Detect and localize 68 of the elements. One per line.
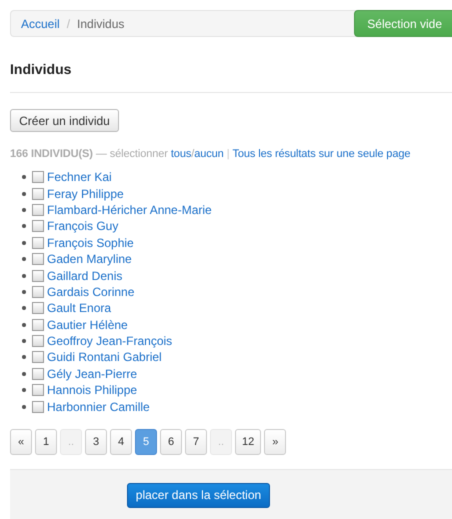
- select-prompt: — sélectionner: [96, 148, 168, 160]
- page-heading: Individus: [10, 61, 72, 79]
- individual-link[interactable]: Gély Jean-Pierre: [47, 366, 138, 381]
- bullet-icon: [22, 372, 26, 376]
- add-to-selection-button[interactable]: placer dans la sélection: [127, 482, 270, 508]
- checkbox[interactable]: [32, 270, 44, 282]
- individual-link[interactable]: François Guy: [47, 219, 118, 234]
- checkbox[interactable]: [32, 188, 44, 200]
- page-button[interactable]: 5: [135, 428, 157, 455]
- bullet-icon: [22, 306, 26, 310]
- checkbox[interactable]: [32, 236, 44, 249]
- breadcrumb-link[interactable]: Accueil: [21, 16, 60, 30]
- bullet-icon: [22, 175, 26, 180]
- checkbox[interactable]: [32, 384, 44, 396]
- individual-link[interactable]: Flambard-Héricher Anne-Marie: [47, 202, 212, 217]
- pipe-separator: |: [226, 148, 230, 160]
- page-button[interactable]: »: [264, 428, 286, 455]
- select-none-link[interactable]: aucun: [194, 148, 224, 160]
- page-button[interactable]: 4: [110, 428, 132, 455]
- bullet-icon: [22, 404, 26, 409]
- individual-link[interactable]: Guidi Rontani Gabriel: [47, 350, 162, 364]
- single-page-link[interactable]: Tous les résultats sur une seule page: [232, 148, 410, 160]
- bullet-icon: [22, 322, 26, 327]
- page-button[interactable]: «: [10, 428, 32, 455]
- page-button[interactable]: 3: [85, 428, 107, 455]
- page-button[interactable]: 7: [185, 428, 207, 455]
- checkbox[interactable]: [32, 253, 44, 266]
- slash-separator: /: [191, 148, 194, 160]
- selection-button[interactable]: Sélection vide: [354, 10, 452, 37]
- bullet-icon: [22, 355, 26, 360]
- breadcrumb-separator: /: [66, 16, 70, 30]
- breadcrumb-current: Individus: [77, 16, 124, 30]
- bullet-icon: [22, 274, 26, 278]
- bullet-icon: [22, 192, 26, 196]
- bullet-icon: [22, 290, 26, 294]
- checkbox[interactable]: [32, 351, 44, 364]
- bullet-icon: [22, 240, 26, 245]
- result-count: 166 INDIVIDU(S): [10, 148, 93, 160]
- individual-link[interactable]: Harbonnier Camille: [47, 400, 150, 414]
- checkbox[interactable]: [32, 286, 44, 298]
- bullet-icon: [22, 224, 26, 228]
- checkbox[interactable]: [32, 220, 44, 232]
- page-button[interactable]: 12: [235, 428, 262, 455]
- select-all-link[interactable]: tous: [170, 148, 192, 160]
- page-button[interactable]: 1: [35, 428, 57, 455]
- individual-link[interactable]: Gault Enora: [47, 301, 112, 316]
- individual-link[interactable]: Gaillard Denis: [47, 268, 122, 283]
- individual-link[interactable]: Gautier Hélène: [47, 318, 128, 332]
- create-button[interactable]: Créer un individu: [10, 109, 119, 132]
- bullet-icon: [22, 339, 26, 344]
- individual-link[interactable]: Fechner Kai: [47, 170, 112, 184]
- individual-link[interactable]: François Sophie: [47, 236, 134, 250]
- checkbox[interactable]: [32, 318, 44, 331]
- bullet-icon: [22, 208, 26, 212]
- checkbox[interactable]: [32, 400, 44, 413]
- checkbox[interactable]: [32, 368, 44, 380]
- individual-link[interactable]: Geoffroy Jean-François: [47, 334, 172, 348]
- page-button[interactable]: 6: [160, 428, 182, 455]
- individual-link[interactable]: Gaden Maryline: [47, 252, 132, 266]
- checkbox[interactable]: [32, 302, 44, 314]
- bullet-icon: [22, 388, 26, 392]
- individual-link[interactable]: Hannois Philippe: [47, 383, 138, 398]
- checkbox[interactable]: [32, 171, 44, 184]
- individual-link[interactable]: Feray Philippe: [47, 186, 124, 201]
- checkbox[interactable]: [32, 335, 44, 348]
- checkbox[interactable]: [32, 204, 44, 216]
- individual-link[interactable]: Gardais Corinne: [47, 284, 134, 299]
- bullet-icon: [22, 257, 26, 262]
